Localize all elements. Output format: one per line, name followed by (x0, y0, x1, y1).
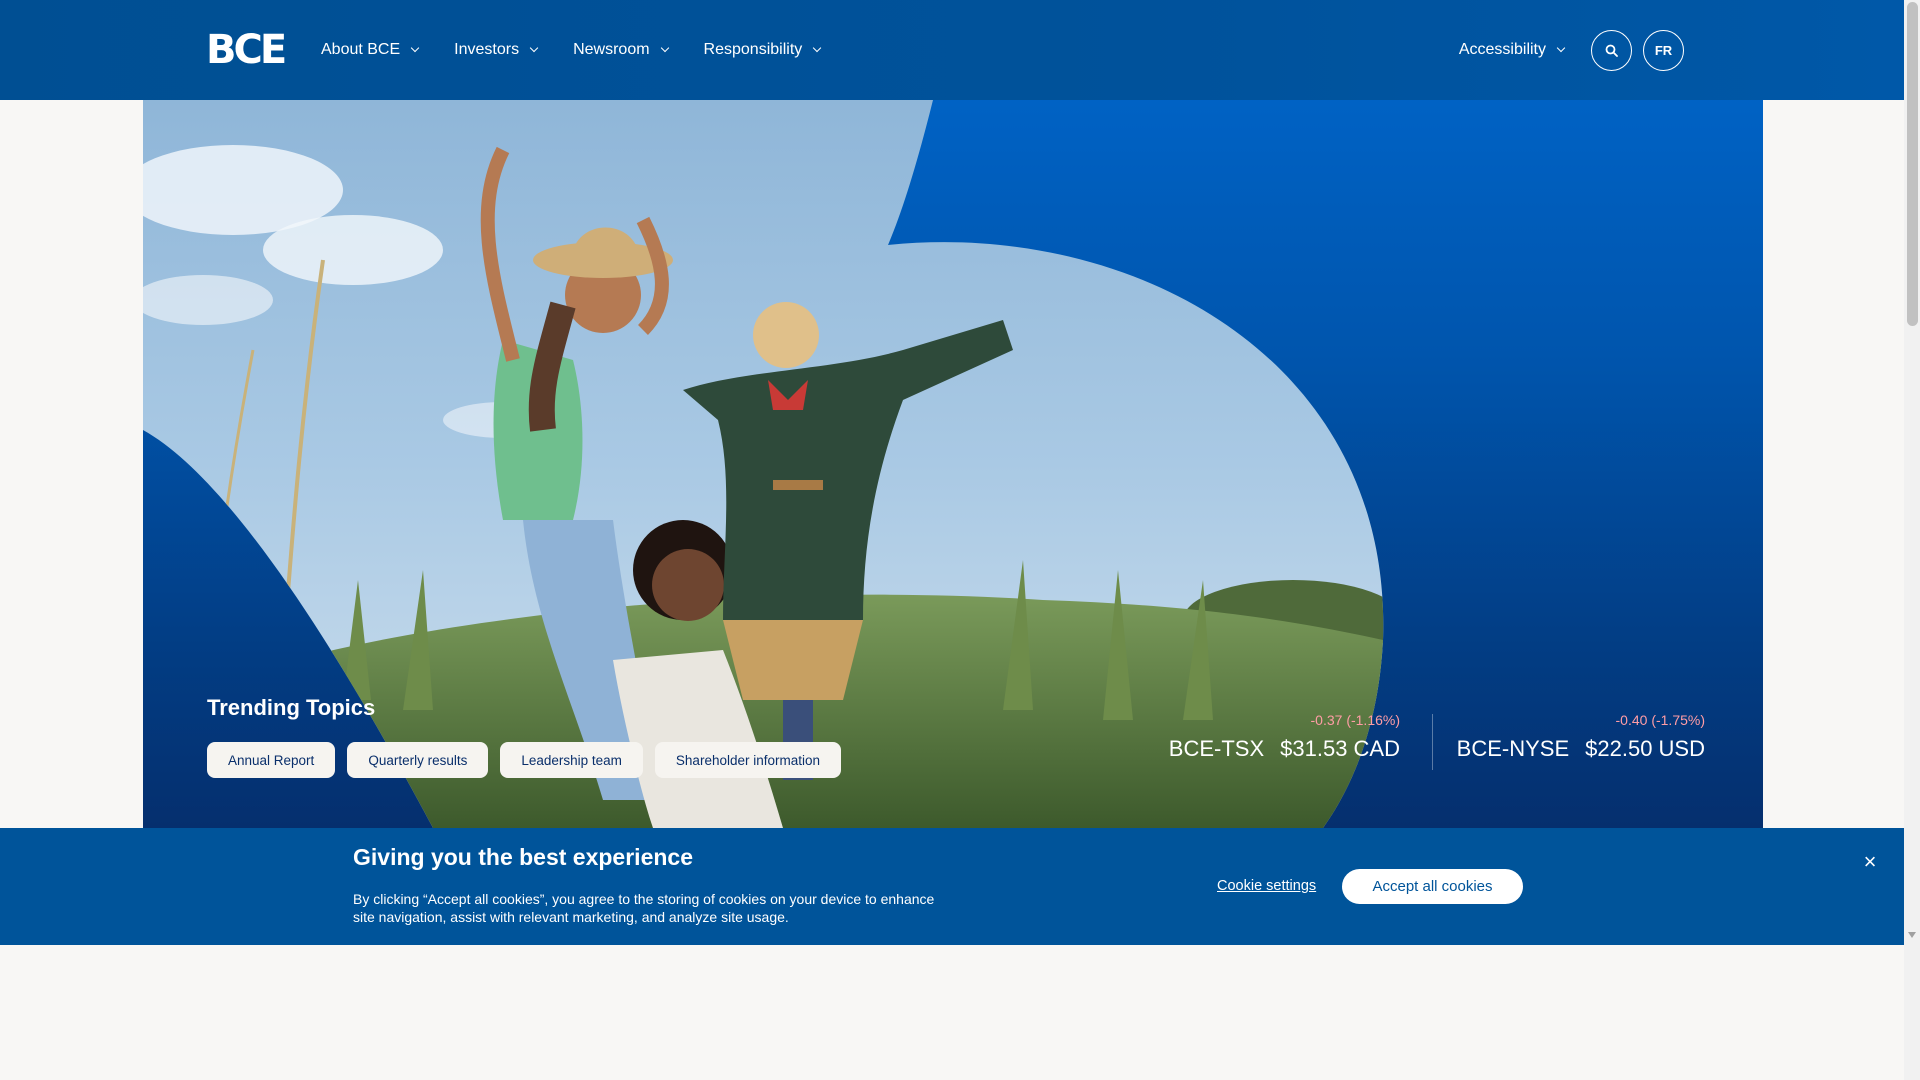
chevron-down-icon (660, 43, 669, 53)
chip-leadership-team[interactable]: Leadership team (500, 742, 643, 778)
chip-annual-report[interactable]: Annual Report (207, 742, 336, 778)
main-nav: About BCE Investors Newsroom Responsibil… (321, 0, 856, 100)
chip-shareholder-information[interactable]: Shareholder information (654, 742, 842, 778)
accessibility-menu[interactable]: Accessibility (1458, 41, 1566, 59)
trending-topics-title: Trending Topics (207, 695, 376, 720)
chip-quarterly-results[interactable]: Quarterly results (347, 742, 489, 778)
chevron-down-icon (1556, 43, 1566, 53)
bce-logo[interactable]: BCE (206, 26, 287, 74)
page-scrollbar[interactable] (1904, 0, 1920, 1080)
cookie-banner-text: By clicking “Accept all cookies”, you ag… (353, 891, 935, 925)
stock-change: -0.40 (-1.75%) (1615, 712, 1705, 728)
chevron-down-icon (529, 43, 539, 53)
header-utilities: Accessibility FR (1459, 0, 1684, 100)
nav-label: Responsibility (703, 41, 803, 58)
chevron-down-icon (813, 43, 822, 53)
scrollbar-thumb[interactable] (1907, 2, 1918, 326)
search-icon (1605, 44, 1618, 57)
stock-ticker: BCE-TSX (1168, 736, 1265, 761)
accept-all-cookies-button[interactable]: Accept all cookies (1342, 869, 1523, 904)
cookie-settings-link[interactable]: Cookie settings (1217, 878, 1316, 894)
stock-change: -0.37 (-1.16%) (1310, 712, 1400, 728)
stock-quote-tsx[interactable]: -0.37 (-1.16%) BCE-TSX $31.53 CAD (1169, 712, 1400, 762)
stock-ticker: BCE-NYSE (1456, 736, 1570, 761)
language-toggle-button[interactable]: FR (1643, 29, 1684, 71)
cookie-banner-title: Giving you the best experience (353, 844, 693, 870)
nav-label: Newsroom (573, 41, 650, 58)
close-icon[interactable]: × (1860, 851, 1880, 873)
nav-about-bce[interactable]: About BCE (321, 41, 420, 59)
stock-quote-nyse[interactable]: -0.40 (-1.75%) BCE-NYSE $22.50 USD (1457, 712, 1705, 762)
nav-label: Investors (454, 41, 520, 58)
scroll-down-arrow-icon[interactable] (1908, 932, 1916, 938)
search-button[interactable] (1591, 29, 1632, 71)
stock-price: $22.50 USD (1585, 736, 1705, 761)
accessibility-label: Accessibility (1458, 41, 1546, 58)
trending-chips: Annual Report Quarterly results Leadersh… (207, 742, 853, 778)
nav-label: About BCE (321, 41, 401, 58)
chevron-down-icon (410, 43, 420, 53)
hero-banner: Trending Topics Annual Report Quarterly … (143, 100, 1763, 828)
stock-price: $31.53 CAD (1280, 736, 1400, 761)
stock-divider (1432, 714, 1433, 770)
cookie-banner: Giving you the best experience By clicki… (0, 828, 1904, 945)
site-header: BCE About BCE Investors Newsroom Respons… (0, 0, 1904, 100)
nav-newsroom[interactable]: Newsroom (573, 41, 669, 59)
nav-responsibility[interactable]: Responsibility (703, 41, 822, 59)
nav-investors[interactable]: Investors (454, 41, 539, 59)
